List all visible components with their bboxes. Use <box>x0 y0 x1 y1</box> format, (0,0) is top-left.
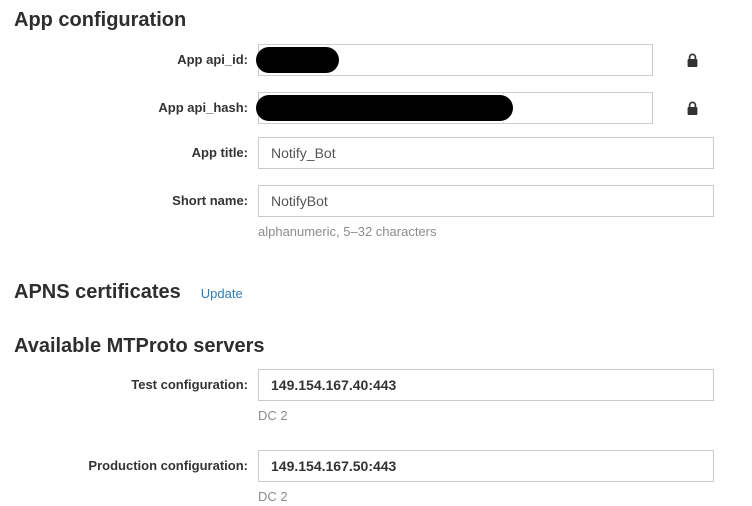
test-configuration-dc-hint: DC 2 <box>258 408 714 424</box>
app-title-row: App title: <box>0 137 752 169</box>
short-name-hint: alphanumeric, 5–32 characters <box>258 224 714 240</box>
app-title-label: App title: <box>0 137 248 169</box>
api-id-row: App api_id: <box>0 44 752 76</box>
production-configuration-row: Production configuration: DC 2 <box>0 450 752 505</box>
apns-certificates-heading: APNS certificates Update <box>14 280 752 306</box>
test-configuration-row: Test configuration: DC 2 <box>0 369 752 424</box>
api-id-label: App api_id: <box>0 44 248 76</box>
production-configuration-dc-hint: DC 2 <box>258 489 714 505</box>
app-configuration-heading: App configuration <box>14 8 752 32</box>
short-name-input[interactable] <box>258 185 714 217</box>
apns-certificates-heading-text: APNS certificates <box>14 281 181 303</box>
lock-icon <box>686 101 699 121</box>
api-id-input[interactable] <box>258 44 653 76</box>
short-name-label: Short name: <box>0 185 248 217</box>
api-hash-label: App api_hash: <box>0 92 248 124</box>
api-hash-input[interactable] <box>258 92 653 124</box>
app-settings-page: App configuration App api_id: App api_ha… <box>0 0 752 505</box>
lock-icon <box>686 53 699 73</box>
test-configuration-input[interactable] <box>258 369 714 401</box>
mtproto-servers-heading: Available MTProto servers <box>14 334 752 358</box>
apns-update-link[interactable]: Update <box>201 286 243 301</box>
test-configuration-label: Test configuration: <box>0 369 248 401</box>
app-title-input[interactable] <box>258 137 714 169</box>
production-configuration-label: Production configuration: <box>0 450 248 482</box>
short-name-row: Short name: alphanumeric, 5–32 character… <box>0 185 752 240</box>
production-configuration-input[interactable] <box>258 450 714 482</box>
api-hash-row: App api_hash: <box>0 92 752 124</box>
